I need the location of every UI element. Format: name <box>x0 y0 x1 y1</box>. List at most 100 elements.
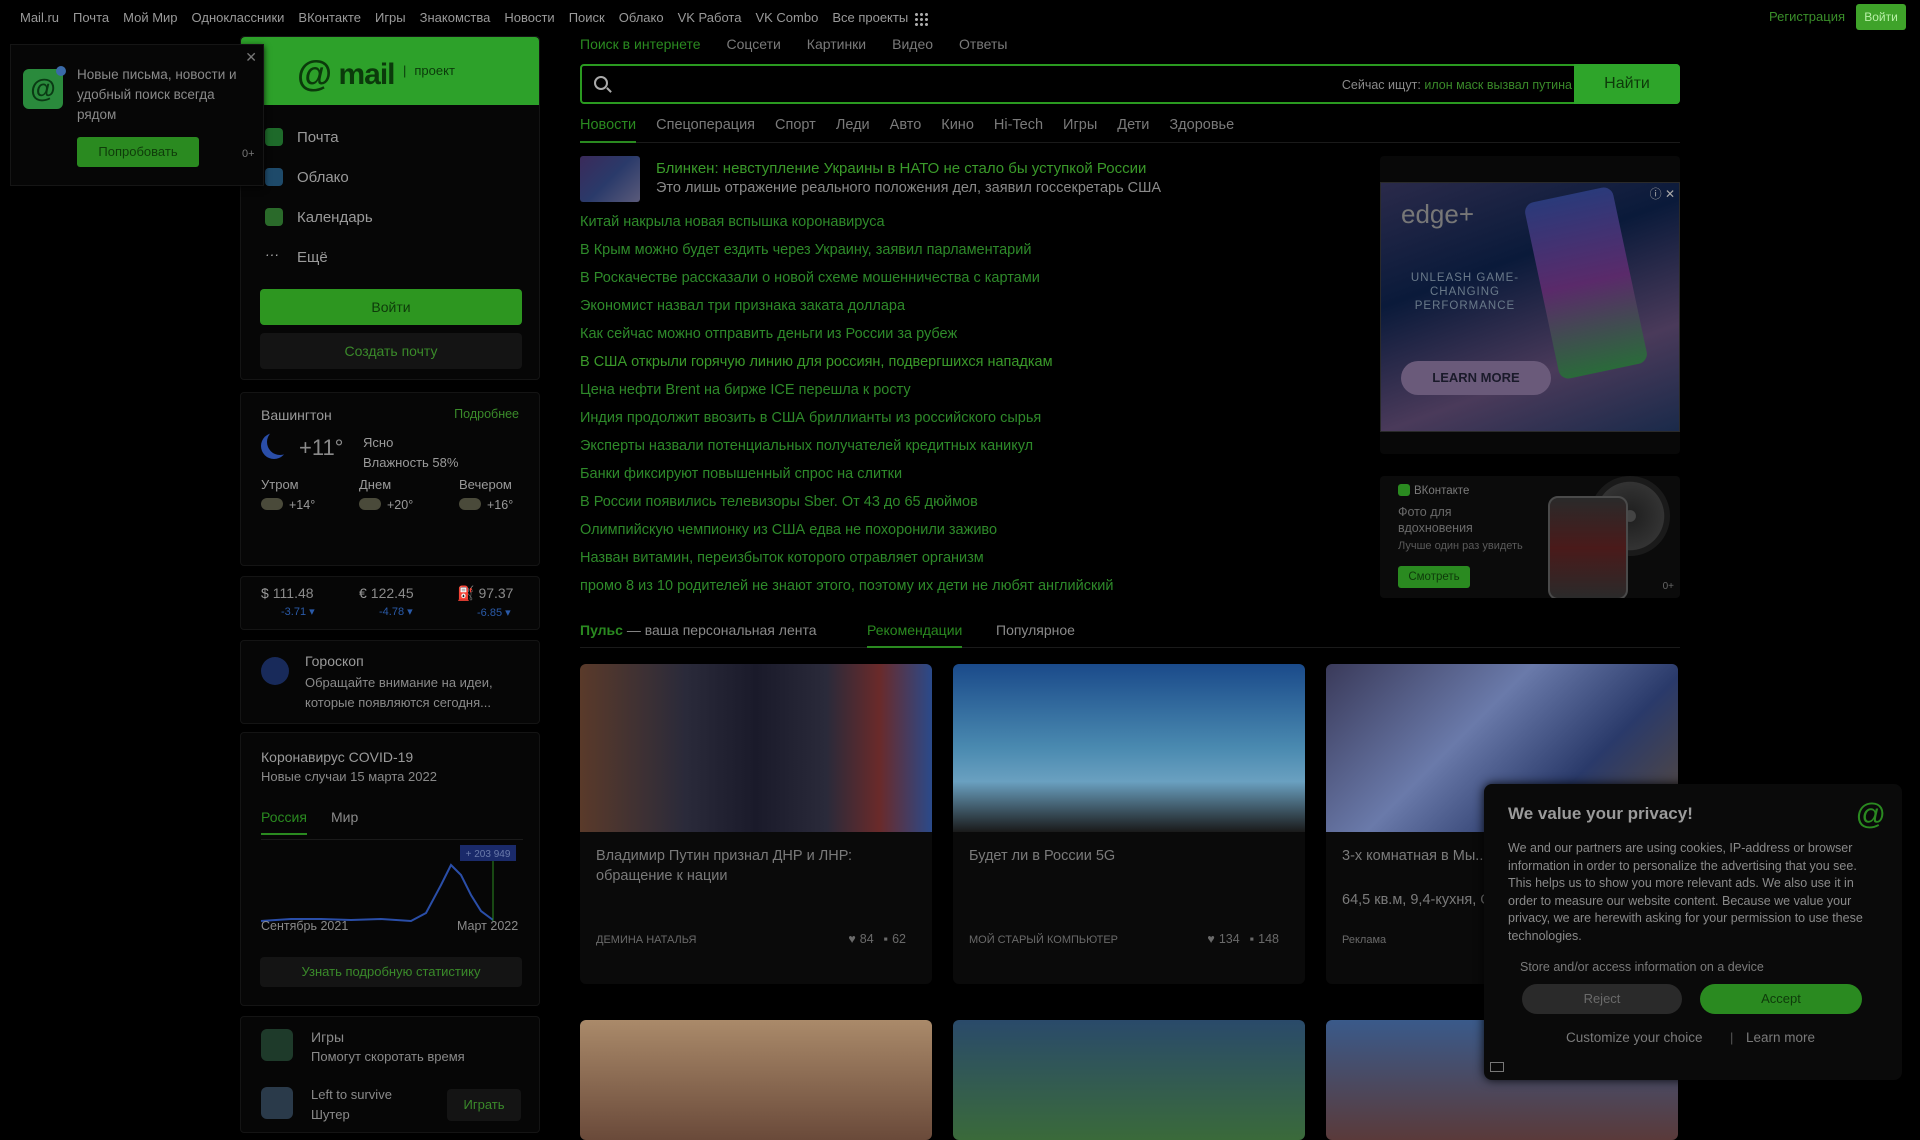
cloud-icon: +14° <box>261 498 351 512</box>
topnav-news[interactable]: Новости <box>504 10 554 25</box>
mail-item-more[interactable]: ··· Ещё <box>265 245 328 269</box>
pulse-title[interactable]: Пульс — ваша персональная лента <box>580 622 817 638</box>
news-item[interactable]: Назван витамин, переизбыток которого отр… <box>580 550 984 566</box>
login-button-top[interactable]: Войти <box>1856 4 1906 30</box>
topnav-mailru[interactable]: Mail.ru <box>20 10 59 25</box>
apps-grid-icon[interactable] <box>914 12 929 26</box>
news-item[interactable]: Как сейчас можно отправить деньги из Рос… <box>580 326 957 342</box>
news-tab-lady[interactable]: Леди <box>836 117 870 142</box>
news-tab-sport[interactable]: Спорт <box>775 117 816 142</box>
news-item[interactable]: Банки фиксируют повышенный спрос на слит… <box>580 466 902 482</box>
card-source[interactable]: ДЕМИНА НАТАЛЬЯ <box>596 934 696 946</box>
close-icon[interactable]: ✕ <box>245 49 257 66</box>
search-button[interactable]: Найти <box>1574 64 1680 104</box>
news-item[interactable]: Цена нефти Brent на бирже ICE перешла к … <box>580 382 911 398</box>
news-item[interactable]: Экономист назвал три признака заката дол… <box>580 298 905 314</box>
news-item[interactable]: Китай накрыла новая вспышка коронавируса <box>580 214 885 230</box>
news-tab-news[interactable]: Новости <box>580 117 637 143</box>
learn-more-link[interactable]: Learn more <box>1746 1030 1815 1045</box>
news-item[interactable]: Индия продолжит ввозить в США бриллианты… <box>580 410 1041 426</box>
register-link[interactable]: Регистрация <box>1769 9 1845 24</box>
customize-link[interactable]: Customize your choice <box>1566 1030 1703 1045</box>
news-item[interactable]: В Роскачестве рассказали о новой схеме м… <box>580 270 1040 286</box>
topnav-ok[interactable]: Одноклассники <box>192 10 285 25</box>
news-tab-kino[interactable]: Кино <box>941 117 974 142</box>
mail-item-mail[interactable]: Почта <box>265 125 339 149</box>
card-source[interactable]: МОЙ СТАРЫЙ КОМПЬЮТЕР <box>969 934 1118 946</box>
covid-chart: + 203 949 <box>261 845 516 923</box>
games-widget[interactable]: Игры Помогут скоротать время Left to sur… <box>240 1016 540 1133</box>
currency-eur[interactable]: €122.45 -4.78 ▾ <box>359 585 449 618</box>
accept-button[interactable]: Accept <box>1700 984 1862 1014</box>
reject-button[interactable]: Reject <box>1522 984 1682 1014</box>
topnav-all-projects[interactable]: Все проекты <box>832 10 908 25</box>
news-tab-kids[interactable]: Дети <box>1117 117 1149 142</box>
tab-web[interactable]: Поиск в интернете <box>580 36 700 52</box>
news-item[interactable]: В России появились телевизоры Sber. От 4… <box>580 494 978 510</box>
currency-usd[interactable]: $111.48 -3.71 ▾ <box>261 585 351 618</box>
news-item[interactable]: Олимпийскую чемпионку из США едва не пох… <box>580 522 997 538</box>
news-tab-health[interactable]: Здоровье <box>1169 117 1234 142</box>
tab-answers[interactable]: Ответы <box>959 36 1007 52</box>
horoscope-widget[interactable]: Гороскоп Обращайте внимание на идеи, кот… <box>240 640 540 724</box>
top-nav: Mail.ru Почта Мой Мир Одноклассники ВКон… <box>20 10 929 26</box>
news-item-promo[interactable]: промо 8 из 10 родителей не знают этого, … <box>580 578 1114 594</box>
covid-tab-russia[interactable]: Россия <box>261 809 307 835</box>
topnav-vkcombo[interactable]: VK Combo <box>755 10 818 25</box>
covid-tab-world[interactable]: Мир <box>331 809 358 833</box>
weather-more-link[interactable]: Подробнее <box>454 407 519 421</box>
topnav-cloud[interactable]: Облако <box>619 10 664 25</box>
ad-creative[interactable]: edge+ UNLEASH GAME-CHANGING PERFORMANCE … <box>1380 182 1680 432</box>
vk-ad-button[interactable]: Смотреть <box>1398 566 1470 588</box>
tab-video[interactable]: Видео <box>892 36 933 52</box>
feed-card-image[interactable] <box>580 1020 932 1140</box>
privacy-store-option[interactable]: Store and/or access information on a dev… <box>1520 960 1764 974</box>
mail-header[interactable]: @ mail проект <box>241 37 539 105</box>
lead-news-title[interactable]: Блинкен: невступление Украины в НАТО не … <box>656 160 1146 177</box>
mail-item-calendar[interactable]: Календарь <box>265 205 373 229</box>
minimize-icon[interactable] <box>1490 1062 1504 1072</box>
covid-stats-button[interactable]: Узнать подробную статистику <box>260 957 522 987</box>
notification-text: Новые письма, новости и удобный поиск вс… <box>77 67 237 122</box>
search-box[interactable]: Сейчас ищут: илон маск вызвал путина Най… <box>580 64 1680 104</box>
mail-login-button[interactable]: Войти <box>260 289 522 325</box>
currency-widget[interactable]: $111.48 -3.71 ▾ €122.45 -4.78 ▾ ⛽ 97.37 -6.8… <box>240 576 540 630</box>
mail-at-icon: @ <box>23 66 66 109</box>
ad-learn-more-button[interactable]: LEARN MORE <box>1401 361 1551 395</box>
topnav-search[interactable]: Поиск <box>569 10 605 25</box>
feed-card[interactable]: Будет ли в России 5G МОЙ СТАРЫЙ КОМПЬЮТЕ… <box>953 664 1305 984</box>
topnav-games[interactable]: Игры <box>375 10 406 25</box>
news-item[interactable]: В США открыли горячую линию для россиян,… <box>580 354 1053 370</box>
news-tab-specop[interactable]: Спецоперация <box>656 117 755 142</box>
news-tab-auto[interactable]: Авто <box>890 117 922 142</box>
lead-news-subtitle: Это лишь отражение реального положения д… <box>656 180 1162 196</box>
game-genre: Шутер <box>311 1107 350 1122</box>
play-button[interactable]: Играть <box>447 1089 521 1121</box>
news-tab-hitech[interactable]: Hi-Tech <box>994 117 1043 142</box>
ad-banner[interactable]: edge+ UNLEASH GAME-CHANGING PERFORMANCE … <box>1380 156 1680 454</box>
vk-ad[interactable]: ВКонтакте Фото для вдохновения Лучше оди… <box>1380 476 1680 598</box>
weather-widget[interactable]: Вашингтон Подробнее +11° Ясно Влажность 5… <box>240 392 540 566</box>
news-item[interactable]: В Крым можно будет ездить через Украину,… <box>580 242 1031 258</box>
topnav-vkwork[interactable]: VK Работа <box>678 10 742 25</box>
currency-oil[interactable]: ⛽ 97.37 -6.85 ▾ <box>457 585 547 619</box>
topnav-vk[interactable]: ВКонтакте <box>298 10 361 25</box>
search-hint[interactable]: Сейчас ищут: илон маск вызвал путина <box>1342 78 1572 92</box>
age-label: 0+ <box>242 148 255 160</box>
topnav-mymir[interactable]: Мой Мир <box>123 10 177 25</box>
news-item[interactable]: Эксперты назвали потенциальных получател… <box>580 438 1033 454</box>
create-mail-button[interactable]: Создать почту <box>260 333 522 369</box>
feed-card[interactable]: Владимир Путин признал ДНР и ЛНР: обраще… <box>580 664 932 984</box>
topnav-mail[interactable]: Почта <box>73 10 109 25</box>
tab-images[interactable]: Картинки <box>807 36 866 52</box>
tab-recommendations[interactable]: Рекомендации <box>867 622 963 648</box>
tab-popular[interactable]: Популярное <box>996 622 1075 638</box>
try-button[interactable]: Попробовать <box>77 137 199 167</box>
feed-card-image[interactable] <box>953 1020 1305 1140</box>
news-tab-games[interactable]: Игры <box>1063 117 1097 142</box>
tab-social[interactable]: Соцсети <box>726 36 780 52</box>
lead-news-image[interactable] <box>580 156 640 202</box>
topnav-dating[interactable]: Знакомства <box>420 10 491 25</box>
ad-close-icon[interactable]: ⓘ ✕ <box>1650 185 1675 202</box>
mail-item-cloud[interactable]: Облако <box>265 165 349 189</box>
